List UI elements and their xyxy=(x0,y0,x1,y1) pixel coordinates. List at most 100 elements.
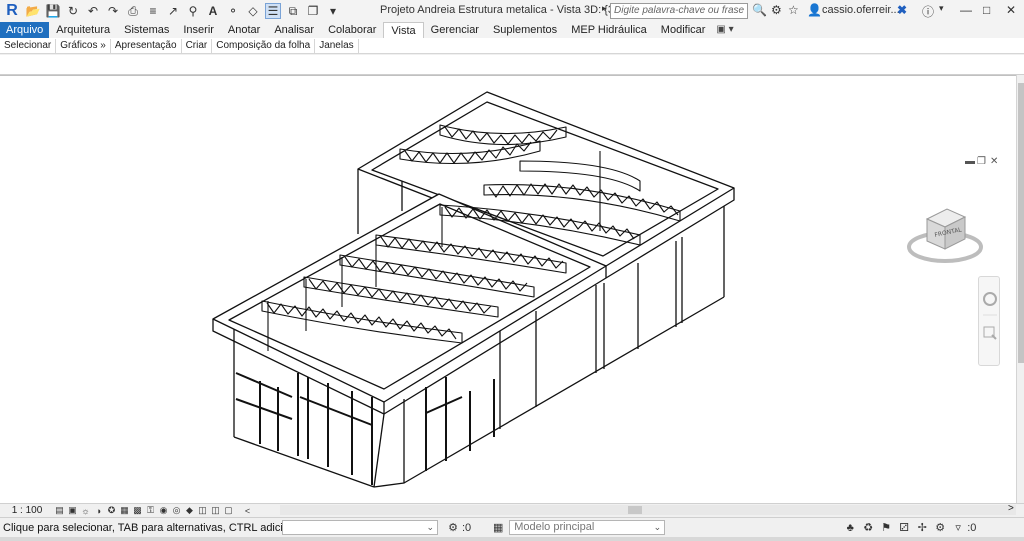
search-expand-icon[interactable]: ▸ xyxy=(602,3,607,14)
view-scale[interactable]: 1 : 100 xyxy=(0,505,54,516)
select-links-icon[interactable]: ♣ xyxy=(843,521,857,535)
dimension-icon[interactable]: ↗ xyxy=(165,3,181,19)
view-minimize-icon[interactable]: ▬ xyxy=(965,156,975,167)
tab-inserir[interactable]: Inserir xyxy=(176,22,221,38)
minimize-icon[interactable]: — xyxy=(960,3,972,17)
redo-icon[interactable]: ↷ xyxy=(105,3,121,19)
thin-lines-icon[interactable]: ☰ xyxy=(265,3,281,19)
building-3d-model[interactable] xyxy=(0,76,1016,504)
navigation-bar xyxy=(978,276,1000,366)
exchange-apps-icon[interactable]: ✖ xyxy=(897,3,907,17)
quick-access-toolbar: R 📂 💾 ↻ ↶ ↷ ⎙ ≡ ↗ ⚲ A ⚬ ◇ ☰ ⧉ ❐ ▾ Projet… xyxy=(0,0,1024,22)
panel-composicao-da-folha[interactable]: Composição da folha xyxy=(212,38,316,53)
tab-mep-hidraulica[interactable]: MEP Hidráulica xyxy=(564,22,654,38)
measure-icon[interactable]: ≡ xyxy=(145,3,161,19)
chevron-down-icon: ⌄ xyxy=(426,522,434,532)
panel-graficos-label: Gráficos xyxy=(60,39,98,51)
steering-wheel-icon[interactable] xyxy=(983,292,997,306)
tab-sistemas[interactable]: Sistemas xyxy=(117,22,176,38)
revit-logo[interactable]: R xyxy=(3,2,21,20)
view-close-icon[interactable]: ✕ xyxy=(990,156,998,167)
viewcube[interactable]: FRONTAL xyxy=(905,199,985,269)
ribbon-minimize-icon[interactable]: ▣ ▾ xyxy=(716,22,733,38)
close-hidden-icon[interactable]: ⧉ xyxy=(285,3,301,19)
sun-path-icon[interactable]: ☼ xyxy=(80,505,91,516)
lock-view-icon[interactable]: ⚿ xyxy=(145,505,156,516)
panel-selecionar[interactable]: Selecionar xyxy=(0,38,57,53)
3d-view-icon[interactable]: ⚬ xyxy=(225,3,241,19)
text-icon[interactable]: A xyxy=(205,3,221,19)
undo-icon[interactable]: ↶ xyxy=(85,3,101,19)
highlight-displacement-icon[interactable]: ◫ xyxy=(210,505,221,516)
panel-graficos[interactable]: Gráficos » xyxy=(56,38,111,53)
reveal-hidden-icon[interactable]: ◎ xyxy=(171,505,182,516)
design-option-dropdown[interactable]: Modelo principal ⌄ xyxy=(509,520,666,535)
search-input[interactable]: Digite palavra-chave ou frase xyxy=(610,3,748,19)
analytical-model-icon[interactable]: ◫ xyxy=(197,505,208,516)
visual-style-icon[interactable]: ▣ xyxy=(67,505,78,516)
design-options-icon[interactable]: ▦ xyxy=(491,521,505,535)
filter-count: :0 xyxy=(967,521,977,534)
open-icon[interactable]: 📂 xyxy=(25,3,41,19)
binoculars-icon[interactable]: 🔍 xyxy=(752,3,767,17)
window-title: Projeto Andreia Estrutura metalica - Vis… xyxy=(380,4,626,16)
filter-icon[interactable]: ▿ xyxy=(951,521,965,535)
status-bar: Clique para selecionar, TAB para alterna… xyxy=(0,517,1024,537)
tab-arquivo[interactable]: Arquivo xyxy=(0,22,50,38)
hscroll-right-icon[interactable]: > xyxy=(1008,503,1014,514)
account-key-icon[interactable]: ⚙ xyxy=(771,3,782,17)
background-processes-icon[interactable]: ⚙ xyxy=(933,521,947,535)
ribbon-tabs: Arquivo Arquitetura Sistemas Inserir Ano… xyxy=(0,22,1024,38)
select-by-face-icon[interactable]: ⚂ xyxy=(897,521,911,535)
help-icon[interactable]: ⓘ xyxy=(922,3,934,20)
ribbon-blank-area xyxy=(0,55,1024,75)
user-icon[interactable]: 👤 xyxy=(807,3,822,17)
vertical-scroll-thumb[interactable] xyxy=(1018,83,1024,363)
worksharing-icon[interactable]: ◆ xyxy=(184,505,195,516)
render-icon[interactable]: ✪ xyxy=(106,505,117,516)
shadows-icon[interactable]: ◑ xyxy=(93,505,104,516)
panel-expand-icon: » xyxy=(100,39,106,51)
horizontal-scroll-thumb[interactable] xyxy=(628,506,642,514)
star-icon[interactable]: ☆ xyxy=(788,3,799,17)
crop-view-icon[interactable]: ▦ xyxy=(119,505,130,516)
reveal-constraints-icon[interactable]: ▢ xyxy=(223,505,234,516)
tag-icon[interactable]: ⚲ xyxy=(185,3,201,19)
panel-apresentacao[interactable]: Apresentação xyxy=(111,38,182,53)
detail-level-icon[interactable]: ▤ xyxy=(54,505,65,516)
drag-elements-icon[interactable]: ✢ xyxy=(915,521,929,535)
tab-analisar[interactable]: Analisar xyxy=(267,22,321,38)
select-underlay-icon[interactable]: ♻ xyxy=(861,521,875,535)
save-icon[interactable]: 💾 xyxy=(45,3,61,19)
tab-arquitetura[interactable]: Arquitetura xyxy=(49,22,117,38)
navigation-bar-icons xyxy=(983,292,997,340)
help-dropdown-icon[interactable]: ▾ xyxy=(939,3,944,14)
view-restore-icon[interactable]: ❐ xyxy=(977,156,986,167)
show-crop-icon[interactable]: ▩ xyxy=(132,505,143,516)
sync-icon[interactable]: ↻ xyxy=(65,3,81,19)
print-icon[interactable]: ⎙ xyxy=(125,3,141,19)
tab-suplementos[interactable]: Suplementos xyxy=(486,22,564,38)
user-name[interactable]: cassio.oferreir... xyxy=(822,4,900,16)
taskbar-strip xyxy=(0,537,1024,541)
panel-criar[interactable]: Criar xyxy=(182,38,213,53)
horizontal-scrollbar[interactable] xyxy=(280,505,1016,515)
editable-only-icon[interactable]: ⚙ xyxy=(446,521,460,535)
3d-viewport[interactable]: ▬ ❐ ✕ FRONTAL xyxy=(0,75,1016,503)
vertical-scrollbar[interactable] xyxy=(1016,75,1024,503)
tab-gerenciar[interactable]: Gerenciar xyxy=(424,22,486,38)
customize-qat-icon[interactable]: ▾ xyxy=(325,3,341,19)
section-icon[interactable]: ◇ xyxy=(245,3,261,19)
tab-colaborar[interactable]: Colaborar xyxy=(321,22,383,38)
close-icon[interactable]: ✕ xyxy=(1006,3,1016,17)
temporary-hide-icon[interactable]: ◉ xyxy=(158,505,169,516)
panel-janelas[interactable]: Janelas xyxy=(315,38,359,53)
switch-windows-icon[interactable]: ❐ xyxy=(305,3,321,19)
workset-dropdown[interactable]: ⌄ xyxy=(282,520,438,535)
select-pinned-icon[interactable]: ⚑ xyxy=(879,521,893,535)
hscroll-left-icon[interactable]: < xyxy=(242,505,253,516)
tab-vista[interactable]: Vista xyxy=(383,22,424,38)
tab-anotar[interactable]: Anotar xyxy=(221,22,267,38)
maximize-icon[interactable]: □ xyxy=(983,3,990,17)
tab-modificar[interactable]: Modificar xyxy=(654,22,713,38)
